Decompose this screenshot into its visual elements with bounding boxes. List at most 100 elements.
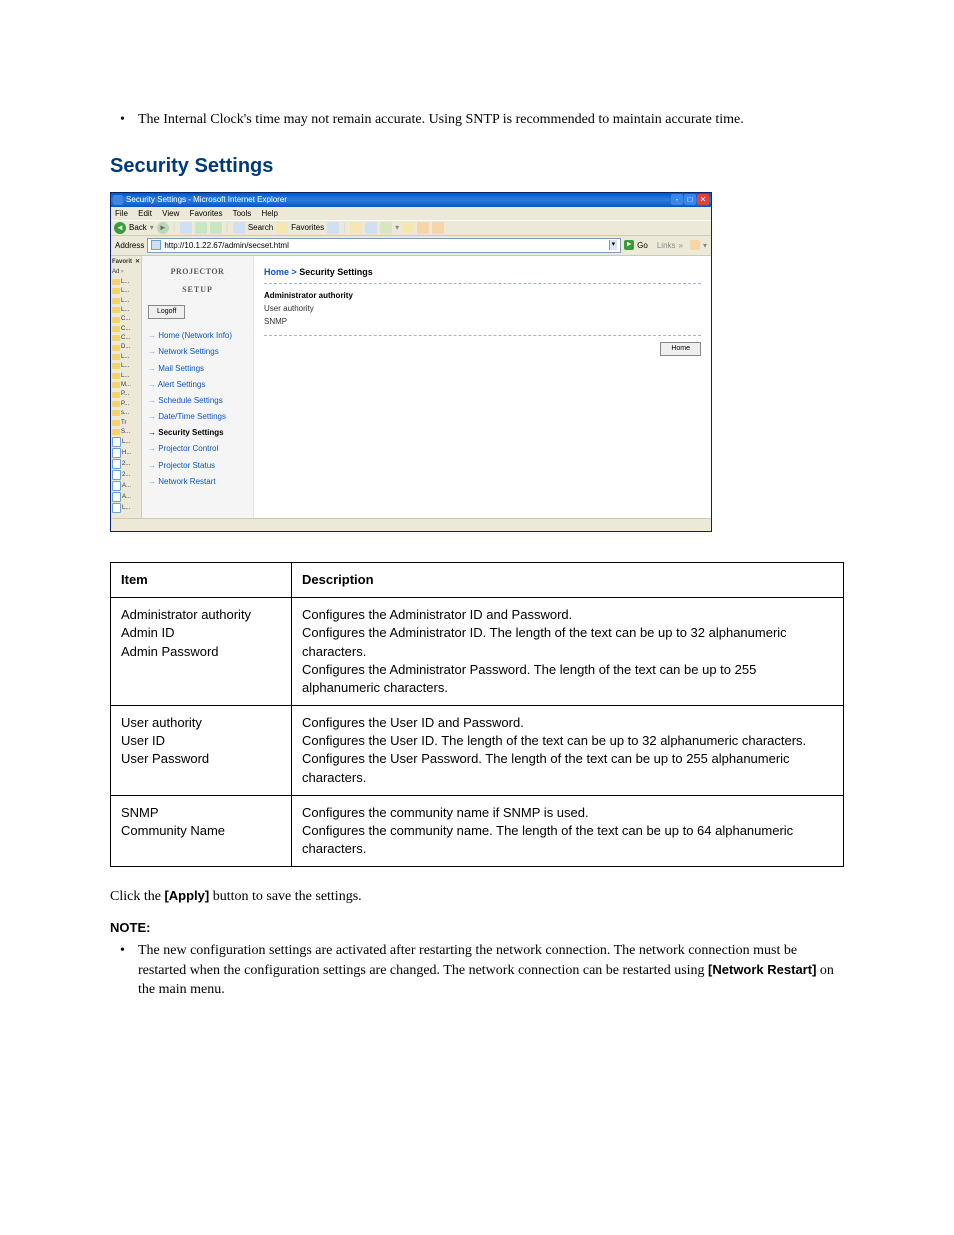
favorites-item[interactable]: L...: [112, 503, 140, 513]
sidebar-item[interactable]: Alert Settings: [148, 379, 249, 390]
window-close-button[interactable]: ✕: [697, 194, 709, 205]
forward-icon[interactable]: ►: [157, 222, 169, 234]
history-icon[interactable]: [327, 222, 339, 234]
favorites-item[interactable]: M...: [112, 381, 140, 389]
menu-help[interactable]: Help: [262, 209, 278, 218]
item-cell: SNMPCommunity Name: [111, 795, 292, 867]
menu-edit[interactable]: Edit: [138, 209, 152, 218]
favorites-add[interactable]: Ad »: [112, 268, 140, 276]
favorites-item[interactable]: C...: [112, 325, 140, 333]
sidebar-item[interactable]: Home (Network Info): [148, 330, 249, 341]
folder-icon: [112, 288, 120, 294]
menu-file[interactable]: File: [115, 209, 128, 218]
go-icon[interactable]: ►: [624, 240, 634, 250]
menu-tools[interactable]: Tools: [233, 209, 252, 218]
section-heading: Security Settings: [110, 152, 844, 180]
search-label[interactable]: Search: [248, 222, 273, 233]
ie-addressbar: Address http://10.1.22.67/admin/secset.h…: [111, 236, 711, 256]
menu-favorites[interactable]: Favorites: [190, 209, 223, 218]
folder-icon: [112, 317, 120, 323]
sidebar-item[interactable]: Network Settings: [148, 346, 249, 357]
screenshot-figure: Security Settings - Microsoft Internet E…: [110, 192, 844, 532]
favorites-item[interactable]: L...: [112, 353, 140, 361]
favorites-item[interactable]: H...: [112, 448, 140, 458]
favorites-item[interactable]: s...: [112, 409, 140, 417]
refresh-icon[interactable]: [195, 222, 207, 234]
favorites-label[interactable]: Favorites: [291, 222, 324, 233]
menu-view[interactable]: View: [162, 209, 179, 218]
apply-button-ref: [Apply]: [164, 888, 209, 903]
favorites-item[interactable]: P...: [112, 390, 140, 398]
sidebar-item[interactable]: Projector Status: [148, 460, 249, 471]
projector-main: Home > Security Settings Administrator a…: [254, 256, 711, 518]
back-label[interactable]: Back: [129, 222, 147, 233]
favorites-item[interactable]: C...: [112, 334, 140, 342]
norton-icon[interactable]: [690, 240, 700, 250]
breadcrumb-current: Security Settings: [299, 267, 373, 277]
discuss-icon[interactable]: [402, 222, 414, 234]
links-label[interactable]: Links: [657, 240, 676, 251]
ie-toolbar: ◄ Back ▾ ► │ │ Search Favorites │ ▾: [111, 220, 711, 236]
address-label: Address: [115, 240, 144, 251]
favorites-item[interactable]: S...: [112, 428, 140, 436]
window-maximize-button[interactable]: □: [684, 194, 696, 205]
folder-icon: [112, 298, 120, 304]
sidebar-item[interactable]: Mail Settings: [148, 363, 249, 374]
security-section-row[interactable]: User authority: [264, 303, 701, 314]
mail-icon[interactable]: [350, 222, 362, 234]
logoff-button[interactable]: Logoff: [148, 305, 185, 319]
home-icon[interactable]: [210, 222, 222, 234]
stop-icon[interactable]: [180, 222, 192, 234]
print-icon[interactable]: [365, 222, 377, 234]
projector-sidebar: PROJECTOR · · · · · · · · · · · · SETUP …: [142, 256, 254, 518]
note-bullet: • The new configuration settings are act…: [120, 941, 844, 1000]
note-label: NOTE:: [110, 919, 844, 937]
breadcrumb-home[interactable]: Home: [264, 267, 289, 277]
favorites-item[interactable]: A...: [112, 492, 140, 502]
favorites-item[interactable]: 2...: [112, 470, 140, 480]
search-icon[interactable]: [233, 222, 245, 234]
security-section-row[interactable]: Administrator authority: [264, 290, 701, 301]
sidebar-item[interactable]: Network Restart: [148, 476, 249, 487]
address-dropdown-icon[interactable]: ▾: [609, 240, 618, 250]
favorites-item[interactable]: L...: [112, 372, 140, 380]
favorites-item[interactable]: Tr: [112, 419, 140, 427]
folder-icon: [112, 354, 120, 360]
favorites-item[interactable]: A...: [112, 481, 140, 491]
page-icon: [112, 459, 121, 469]
favorites-item[interactable]: L...: [112, 437, 140, 447]
home-button[interactable]: Home: [660, 342, 701, 356]
bullet-dot: •: [120, 941, 138, 1000]
favorites-item[interactable]: L...: [112, 297, 140, 305]
desc-cell: Configures the community name if SNMP is…: [292, 795, 844, 867]
sidebar-item[interactable]: Security Settings: [148, 427, 249, 438]
sidebar-item[interactable]: Date/Time Settings: [148, 411, 249, 422]
apply-instruction: Click the [Apply] button to save the set…: [110, 887, 844, 907]
sidebar-item[interactable]: Projector Control: [148, 443, 249, 454]
favorites-item[interactable]: D...: [112, 343, 140, 351]
favorites-item[interactable]: 2...: [112, 459, 140, 469]
back-icon[interactable]: ◄: [114, 222, 126, 234]
sidebar-item[interactable]: Schedule Settings: [148, 395, 249, 406]
ie-app-icon: [113, 195, 123, 205]
favorites-item[interactable]: L...: [112, 306, 140, 314]
favorites-item[interactable]: P...: [112, 400, 140, 408]
edit-icon[interactable]: [380, 222, 392, 234]
breadcrumb: Home > Security Settings: [264, 266, 701, 279]
folder-icon: [112, 363, 120, 369]
research-icon[interactable]: [417, 222, 429, 234]
go-label[interactable]: Go: [637, 240, 648, 251]
favorites-item[interactable]: C...: [112, 315, 140, 323]
projector-logo: PROJECTOR · · · · · · · · · · · · SETUP: [146, 266, 249, 295]
ie-menubar: File Edit View Favorites Tools Help: [111, 207, 711, 220]
favorites-item[interactable]: L...: [112, 287, 140, 295]
favorites-item[interactable]: L...: [112, 362, 140, 370]
ie-titlebar: Security Settings - Microsoft Internet E…: [111, 193, 711, 207]
ie-window: Security Settings - Microsoft Internet E…: [110, 192, 712, 532]
security-section-row[interactable]: SNMP: [264, 316, 701, 327]
window-minimize-button[interactable]: ‑: [671, 194, 683, 205]
messenger-icon[interactable]: [432, 222, 444, 234]
favorites-icon[interactable]: [276, 222, 288, 234]
address-input[interactable]: http://10.1.22.67/admin/secset.html ▾: [147, 238, 621, 253]
favorites-item[interactable]: L...: [112, 278, 140, 286]
